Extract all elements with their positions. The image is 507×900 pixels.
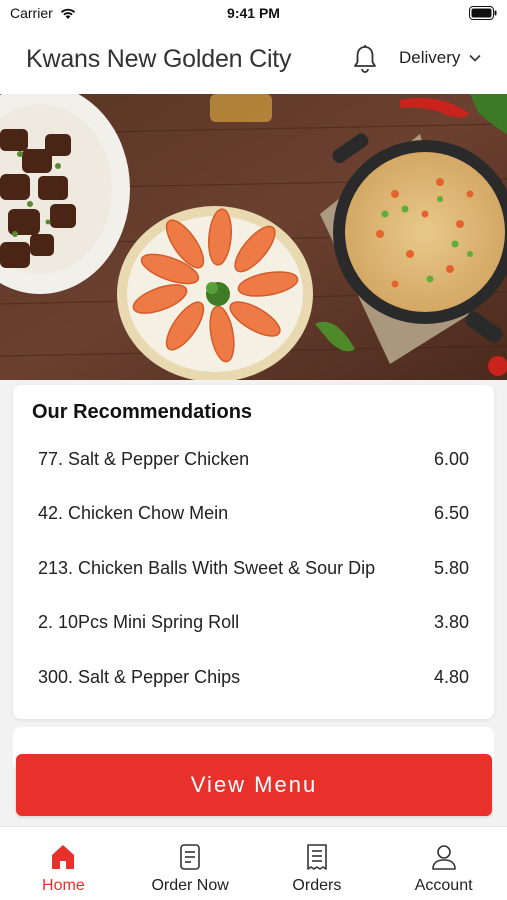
nav-label-order-now: Order Now [151, 877, 229, 894]
recommendation-price: 5.80 [433, 557, 469, 578]
recommendation-row[interactable]: 77. Salt & Pepper Chicken 6.00 [13, 432, 494, 486]
nav-label-home: Home [42, 877, 85, 894]
home-icon [52, 845, 75, 869]
notifications-button[interactable] [350, 42, 380, 76]
recommendation-name: 77. Salt & Pepper Chicken [38, 448, 250, 469]
user-icon [431, 845, 456, 870]
nav-label-account: Account [414, 877, 473, 894]
battery-icon [469, 6, 497, 20]
bottom-nav: Home Order Now Orders Account [0, 826, 507, 900]
hero-food-image [0, 94, 507, 380]
recommendation-price: 6.00 [433, 448, 469, 469]
page-title: Kwans New Golden City [26, 45, 292, 73]
recommendation-price: 4.80 [433, 666, 469, 687]
delivery-mode-label: Delivery [399, 48, 461, 67]
view-menu-button[interactable]: View Menu [16, 754, 492, 816]
recommendation-row[interactable]: 2. 10Pcs Mini Spring Roll 3.80 [13, 595, 494, 649]
recommendation-name: 213. Chicken Balls With Sweet & Sour Dip [38, 557, 376, 578]
recommendation-name: 2. 10Pcs Mini Spring Roll [38, 611, 240, 632]
recommendation-row[interactable]: 213. Chicken Balls With Sweet & Sour Dip… [13, 541, 494, 595]
recommendation-row[interactable]: 300. Salt & Pepper Chips 4.80 [13, 650, 494, 704]
nav-item-account[interactable]: Account [380, 827, 507, 900]
bell-icon [354, 45, 376, 73]
recommendation-name: 300. Salt & Pepper Chips [38, 666, 241, 687]
app-header: Kwans New Golden City Delivery [0, 28, 507, 94]
status-bar: Carrier 9:41 PM [0, 0, 507, 28]
chevron-down-icon [469, 54, 481, 62]
recommendation-row[interactable]: 42. Chicken Chow Mein 6.50 [13, 486, 494, 540]
recommendation-name: 42. Chicken Chow Mein [38, 502, 229, 523]
nav-item-orders[interactable]: Orders [254, 827, 381, 900]
status-time: 9:41 PM [227, 5, 280, 21]
delivery-mode-select[interactable]: Delivery [399, 48, 481, 68]
recommendations-title: Our Recommendations [32, 401, 253, 423]
receipt-icon [307, 844, 327, 870]
recommendation-price: 6.50 [433, 502, 469, 523]
nav-label-orders: Orders [292, 877, 342, 894]
nav-item-order-now[interactable]: Order Now [127, 827, 254, 900]
order-now-icon [180, 844, 200, 870]
recommendation-price: 3.80 [433, 611, 469, 632]
nav-item-home[interactable]: Home [0, 827, 127, 900]
recommendations-card: Our Recommendations 77. Salt & Pepper Ch… [13, 385, 494, 719]
